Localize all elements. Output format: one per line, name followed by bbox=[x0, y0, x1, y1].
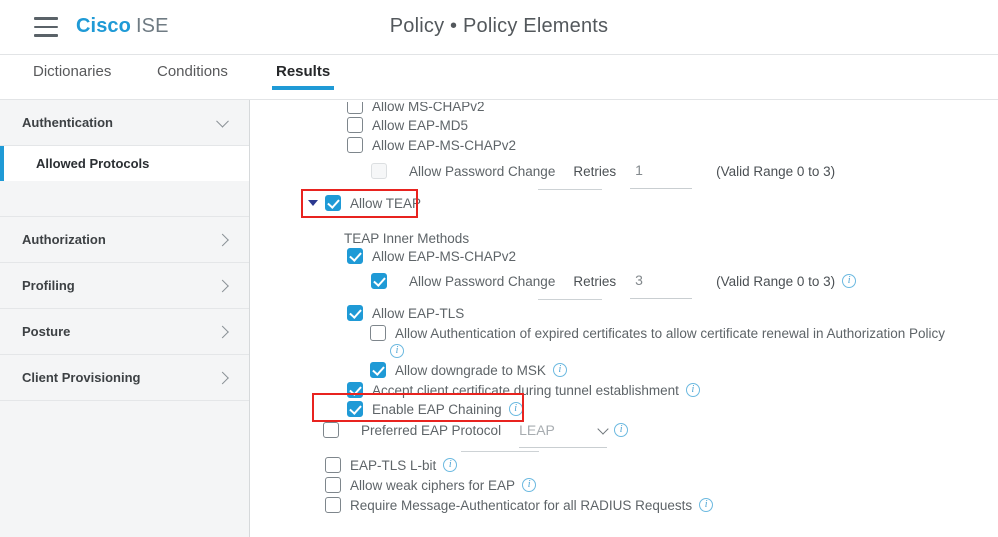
label-allow-eap-md5: Allow EAP-MD5 bbox=[372, 117, 469, 133]
checkbox-allow-eap-ms-chapv2[interactable] bbox=[347, 137, 363, 153]
row-allow-password-change-top: Allow Password Change Retries 1 (Valid R… bbox=[371, 162, 836, 189]
label-allow-eap-ms-chapv2: Allow EAP-MS-CHAPv2 bbox=[372, 137, 517, 153]
sidebar-group-label: Authorization bbox=[22, 232, 106, 247]
label-allow-expired-certs: Allow Authentication of expired certific… bbox=[395, 325, 946, 341]
info-icon[interactable]: i bbox=[522, 478, 537, 492]
checkbox-preferred-eap-protocol[interactable] bbox=[323, 422, 339, 438]
label-teap-allow-password-change: Allow Password Change bbox=[409, 273, 556, 289]
chevron-right-icon bbox=[216, 233, 229, 246]
tab-conditions[interactable]: Conditions bbox=[157, 63, 228, 89]
row-preferred-eap-protocol[interactable]: Preferred EAP Protocol LEAP i bbox=[323, 422, 629, 448]
retries-value-teap: 3 bbox=[635, 272, 643, 288]
chevron-right-icon bbox=[216, 325, 229, 338]
checkbox-allow-expired-certs[interactable] bbox=[370, 325, 386, 341]
row-teap-allow-password-change[interactable]: Allow Password Change Retries 3 (Valid R… bbox=[371, 272, 857, 299]
row-require-message-authenticator[interactable]: Require Message-Authenticator for all RA… bbox=[325, 497, 714, 513]
tab-bar: Dictionaries Conditions Results bbox=[0, 55, 998, 100]
checkbox-allow-eap-tls[interactable] bbox=[347, 305, 363, 321]
divider bbox=[538, 299, 602, 300]
label-teap-allow-eap-ms-chapv2: Allow EAP-MS-CHAPv2 bbox=[372, 248, 517, 264]
label-allow-weak-ciphers: Allow weak ciphers for EAP bbox=[350, 477, 516, 493]
info-icon[interactable]: i bbox=[699, 498, 714, 512]
sidebar-group-label: Client Provisioning bbox=[22, 370, 141, 385]
divider bbox=[538, 189, 602, 190]
sidebar-group-posture[interactable]: Posture bbox=[0, 309, 249, 355]
input-retries-top[interactable]: 1 bbox=[630, 162, 693, 189]
checkbox-teap-allow-password-change[interactable] bbox=[371, 273, 387, 289]
annotation-highlight-enable-eap-chaining bbox=[312, 393, 524, 422]
tab-active-underline bbox=[272, 86, 335, 90]
info-icon[interactable]: i bbox=[842, 274, 857, 288]
app-root: Cisco ISE Policy • Policy Elements Dictio… bbox=[0, 0, 998, 537]
row-allow-expired-certs-info: i bbox=[390, 344, 404, 358]
label-preferred-eap-protocol: Preferred EAP Protocol bbox=[361, 422, 502, 438]
dropdown-underline bbox=[519, 447, 608, 448]
info-icon[interactable]: i bbox=[685, 383, 700, 397]
sidebar-group-label: Authentication bbox=[22, 115, 113, 130]
sidebar-item-label: Allowed Protocols bbox=[36, 156, 150, 171]
sidebar-group-client-provisioning[interactable]: Client Provisioning bbox=[0, 355, 249, 401]
label-eap-tls-l-bit: EAP-TLS L-bit bbox=[350, 457, 437, 473]
row-allow-eap-md5[interactable]: Allow EAP-MD5 bbox=[347, 117, 468, 133]
chevron-down-icon bbox=[597, 422, 609, 435]
label-allow-password-change-top: Allow Password Change bbox=[409, 163, 556, 179]
allowed-protocols-form: Allow MS-CHAPv2 Allow EAP-MD5 Allow EAP-… bbox=[251, 100, 998, 537]
chevron-down-icon bbox=[216, 114, 229, 128]
input-underline bbox=[630, 188, 693, 189]
checkbox-allow-weak-ciphers[interactable] bbox=[325, 477, 341, 493]
top-bar: Cisco ISE Policy • Policy Elements bbox=[0, 0, 998, 55]
sidebar-item-allowed-protocols[interactable]: Allowed Protocols bbox=[0, 146, 249, 181]
divider bbox=[461, 451, 539, 452]
sidebar-group-authentication[interactable]: Authentication bbox=[0, 100, 249, 146]
row-allow-eap-tls[interactable]: Allow EAP-TLS bbox=[347, 305, 464, 321]
chevron-right-icon bbox=[216, 371, 229, 384]
sidebar-group-label: Profiling bbox=[22, 278, 75, 293]
dropdown-value: LEAP bbox=[519, 422, 555, 438]
label-allow-ms-chapv2: Allow MS-CHAPv2 bbox=[372, 100, 485, 114]
label-valid-range-teap: (Valid Range 0 to 3) bbox=[716, 273, 836, 289]
checkbox-teap-allow-eap-ms-chapv2[interactable] bbox=[347, 248, 363, 264]
row-allow-ms-chapv2[interactable]: Allow MS-CHAPv2 bbox=[347, 100, 485, 114]
input-retries-teap[interactable]: 3 bbox=[630, 272, 693, 299]
row-eap-tls-l-bit[interactable]: EAP-TLS L-bit i bbox=[325, 457, 458, 473]
row-teap-allow-eap-ms-chapv2[interactable]: Allow EAP-MS-CHAPv2 bbox=[347, 248, 516, 264]
label-retries-top: Retries bbox=[573, 163, 617, 179]
tab-dictionaries[interactable]: Dictionaries bbox=[33, 63, 111, 89]
info-icon[interactable]: i bbox=[443, 458, 458, 472]
row-allow-downgrade-msk[interactable]: Allow downgrade to MSK i bbox=[370, 362, 567, 378]
checkbox-allow-ms-chapv2[interactable] bbox=[347, 100, 363, 114]
checkbox-require-message-authenticator[interactable] bbox=[325, 497, 341, 513]
checkbox-allow-downgrade-msk[interactable] bbox=[370, 362, 386, 378]
info-icon[interactable]: i bbox=[390, 344, 404, 358]
tab-results[interactable]: Results bbox=[272, 63, 335, 90]
tab-results-label: Results bbox=[276, 63, 331, 80]
sidebar-spacer bbox=[0, 181, 249, 217]
scroll-clip-mask bbox=[251, 100, 998, 102]
sidebar-group-label: Posture bbox=[22, 324, 71, 339]
label-allow-downgrade-msk: Allow downgrade to MSK bbox=[395, 362, 546, 378]
input-underline bbox=[630, 298, 693, 299]
sidebar-group-authorization[interactable]: Authorization bbox=[0, 217, 249, 263]
label-retries-teap: Retries bbox=[573, 273, 617, 289]
dropdown-preferred-eap-protocol[interactable]: LEAP bbox=[519, 422, 609, 448]
page-title: Policy • Policy Elements bbox=[389, 15, 609, 37]
sidebar: Authentication Allowed Protocols Authori… bbox=[0, 100, 250, 537]
label-teap-inner-methods: TEAP Inner Methods bbox=[344, 231, 470, 246]
row-allow-eap-ms-chapv2[interactable]: Allow EAP-MS-CHAPv2 bbox=[347, 137, 516, 153]
row-allow-expired-certs[interactable]: Allow Authentication of expired certific… bbox=[370, 325, 945, 341]
label-require-message-authenticator: Require Message-Authenticator for all RA… bbox=[350, 497, 693, 513]
info-icon[interactable]: i bbox=[614, 423, 629, 437]
sidebar-group-profiling[interactable]: Profiling bbox=[0, 263, 249, 309]
retries-value-top: 1 bbox=[635, 162, 643, 178]
checkbox-eap-tls-l-bit[interactable] bbox=[325, 457, 341, 473]
annotation-highlight-allow-teap bbox=[301, 189, 418, 218]
row-allow-weak-ciphers[interactable]: Allow weak ciphers for EAP i bbox=[325, 477, 537, 493]
chevron-right-icon bbox=[216, 279, 229, 292]
checkbox-allow-eap-md5[interactable] bbox=[347, 117, 363, 133]
info-icon[interactable]: i bbox=[552, 363, 567, 377]
label-allow-eap-tls: Allow EAP-TLS bbox=[372, 305, 465, 321]
label-valid-range-top: (Valid Range 0 to 3) bbox=[716, 163, 836, 179]
checkbox-allow-password-change-top[interactable] bbox=[371, 163, 387, 179]
selected-indicator bbox=[0, 146, 4, 181]
